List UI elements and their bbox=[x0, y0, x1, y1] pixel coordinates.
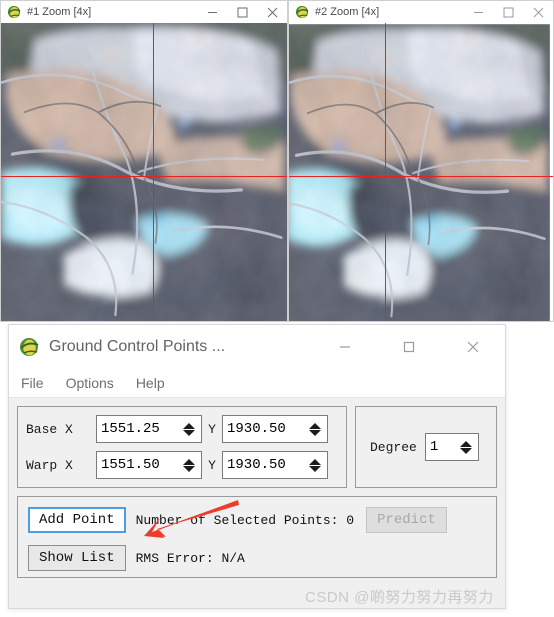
warp-y-spin-buttons[interactable] bbox=[305, 452, 327, 478]
spin-down-icon[interactable] bbox=[309, 465, 321, 472]
close-button[interactable] bbox=[257, 1, 287, 23]
envi-globe-icon bbox=[19, 337, 39, 357]
maximize-button[interactable] bbox=[493, 1, 523, 23]
coordinates-panel: Base X Y bbox=[17, 406, 347, 488]
spin-up-icon[interactable] bbox=[183, 458, 195, 465]
base-x-label: Base X bbox=[26, 421, 73, 437]
warp-x-stepper[interactable] bbox=[96, 451, 202, 479]
show-list-row: Show List RMS Error: N/A bbox=[28, 543, 486, 573]
base-y-stepper[interactable] bbox=[222, 415, 328, 443]
spin-up-icon[interactable] bbox=[459, 440, 472, 447]
zoom-window-2[interactable]: #2 Zoom [4x] bbox=[288, 0, 554, 322]
warp-x-label: Warp X bbox=[26, 457, 73, 473]
base-y-label: Y bbox=[208, 421, 216, 437]
base-x-spin-buttons[interactable] bbox=[179, 416, 201, 442]
degree-label: Degree bbox=[370, 439, 417, 455]
warp-y-input[interactable] bbox=[223, 452, 305, 478]
dialog-menubar: File Options Help bbox=[9, 369, 505, 398]
coordinates-row: Base X Y bbox=[17, 406, 497, 488]
base-x-stepper[interactable] bbox=[96, 415, 202, 443]
base-coordinate-row: Base X Y bbox=[26, 414, 338, 444]
rms-error-status: RMS Error: N/A bbox=[135, 550, 245, 566]
zoom-window-1-controls bbox=[197, 1, 287, 23]
dialog-minimize-button[interactable] bbox=[313, 325, 377, 369]
add-point-row: Add Point Number of Selected Points: 0 P… bbox=[28, 505, 486, 535]
selected-points-status: Number of Selected Points: 0 bbox=[135, 512, 355, 528]
dialog-titlebar[interactable]: Ground Control Points ... bbox=[9, 325, 505, 369]
zoom-window-2-titlebar[interactable]: #2 Zoom [4x] bbox=[289, 1, 553, 23]
close-button[interactable] bbox=[523, 1, 553, 23]
degree-stepper[interactable] bbox=[424, 433, 479, 461]
dialog-body: Base X Y bbox=[9, 398, 505, 608]
warp-x-input[interactable] bbox=[97, 452, 179, 478]
zoom-window-1-titlebar[interactable]: #1 Zoom [4x] bbox=[1, 1, 287, 23]
base-x-input[interactable] bbox=[97, 416, 179, 442]
warp-y-stepper[interactable] bbox=[222, 451, 328, 479]
menu-item-help[interactable]: Help bbox=[136, 375, 165, 391]
dialog-title: Ground Control Points ... bbox=[49, 338, 226, 355]
envi-globe-icon bbox=[7, 5, 21, 19]
satellite-image-warp bbox=[289, 23, 553, 321]
base-y-spin-buttons[interactable] bbox=[305, 416, 327, 442]
warp-coordinate-row: Warp X Y bbox=[26, 450, 338, 480]
dialog-maximize-button[interactable] bbox=[377, 325, 441, 369]
zoom-window-1-title: #1 Zoom [4x] bbox=[27, 6, 92, 18]
add-point-button[interactable]: Add Point bbox=[28, 506, 126, 534]
degree-input[interactable] bbox=[425, 434, 456, 460]
spin-up-icon[interactable] bbox=[309, 458, 321, 465]
ground-control-points-dialog[interactable]: Ground Control Points ... File Options H… bbox=[8, 324, 506, 609]
zoom-window-2-image[interactable] bbox=[289, 23, 553, 321]
minimize-button[interactable] bbox=[197, 1, 227, 23]
spin-down-icon[interactable] bbox=[183, 465, 195, 472]
spin-up-icon[interactable] bbox=[183, 422, 195, 429]
envi-globe-icon bbox=[295, 5, 309, 19]
minimize-button[interactable] bbox=[463, 1, 493, 23]
predict-button[interactable]: Predict bbox=[366, 506, 447, 534]
spin-up-icon[interactable] bbox=[309, 422, 321, 429]
menu-item-options[interactable]: Options bbox=[66, 375, 114, 391]
spin-down-icon[interactable] bbox=[459, 447, 472, 454]
dialog-close-button[interactable] bbox=[441, 325, 505, 369]
spin-down-icon[interactable] bbox=[309, 429, 321, 436]
base-y-input[interactable] bbox=[223, 416, 305, 442]
actions-panel: Add Point Number of Selected Points: 0 P… bbox=[17, 496, 497, 578]
dialog-window-controls bbox=[313, 325, 505, 369]
show-list-button[interactable]: Show List bbox=[28, 544, 126, 572]
zoom-window-2-title: #2 Zoom [4x] bbox=[315, 6, 380, 18]
zoom-window-1-image[interactable] bbox=[1, 23, 287, 321]
warp-x-spin-buttons[interactable] bbox=[179, 452, 201, 478]
spin-down-icon[interactable] bbox=[183, 429, 195, 436]
degree-panel: Degree bbox=[355, 406, 497, 488]
degree-spin-buttons[interactable] bbox=[455, 434, 478, 460]
zoom-window-1[interactable]: #1 Zoom [4x] bbox=[0, 0, 288, 322]
csdn-watermark: CSDN @啲努力努力再努力 bbox=[305, 589, 494, 606]
maximize-button[interactable] bbox=[227, 1, 257, 23]
zoom-window-2-controls bbox=[463, 1, 553, 23]
warp-y-label: Y bbox=[208, 457, 216, 473]
satellite-image-base bbox=[1, 23, 287, 321]
menu-item-file[interactable]: File bbox=[21, 375, 44, 391]
